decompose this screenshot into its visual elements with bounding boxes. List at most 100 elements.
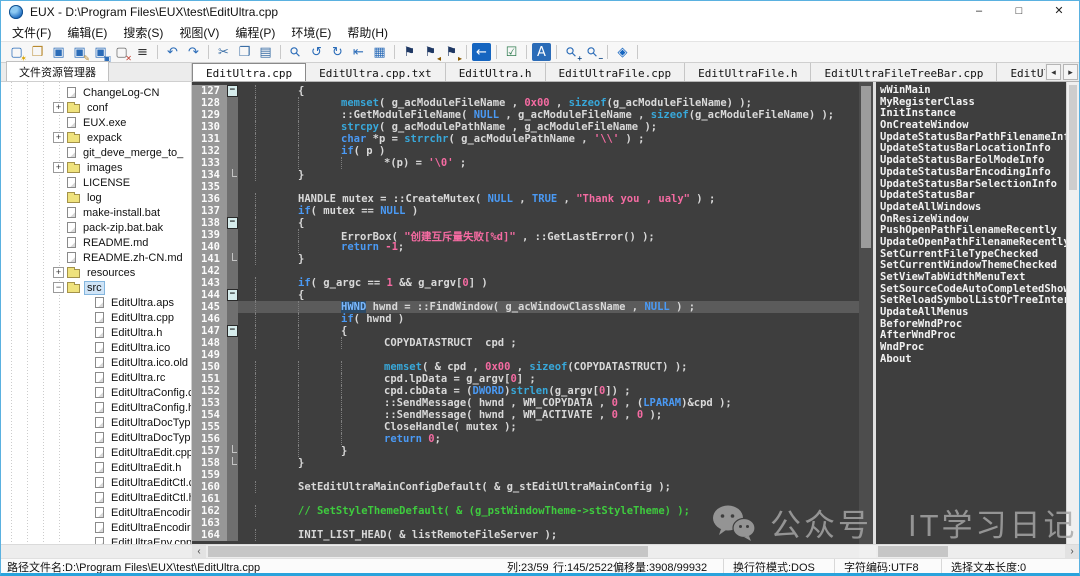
symbol-item[interactable]: UpdateStatusBarPathFilenameInfo bbox=[880, 132, 1067, 144]
tab-file-explorer[interactable]: 文件资源管理器 bbox=[6, 61, 109, 81]
tree-item[interactable]: log bbox=[1, 190, 191, 205]
code-line[interactable]: 144−{ bbox=[192, 289, 859, 301]
code-line[interactable]: 140return -1; bbox=[192, 241, 859, 253]
tree-item[interactable]: EditUltraEncodir bbox=[1, 505, 191, 520]
tree-item[interactable]: +resources bbox=[1, 265, 191, 280]
tree-item[interactable]: EditUltra.ico bbox=[1, 340, 191, 355]
tree-item[interactable]: EditUltra.cpp bbox=[1, 310, 191, 325]
tree-item[interactable]: EditUltraEdit.cpp bbox=[1, 445, 191, 460]
code-line[interactable]: 159 bbox=[192, 469, 859, 481]
symbol-item[interactable]: About bbox=[880, 354, 1067, 366]
tree-item[interactable]: ChangeLog-CN bbox=[1, 85, 191, 100]
tab-editultra-cpp-txt[interactable]: EditUltra.cpp.txt bbox=[306, 63, 446, 81]
find-prev-icon[interactable]: ↺ bbox=[307, 43, 326, 61]
back-icon[interactable]: ← bbox=[472, 43, 491, 61]
save-as-icon[interactable]: ▣✎ bbox=[70, 43, 89, 61]
tree-expander-icon[interactable]: + bbox=[53, 132, 64, 143]
code-line[interactable]: 156return 0; bbox=[192, 433, 859, 445]
close-file-icon[interactable]: ▢✕ bbox=[112, 43, 131, 61]
tree-item[interactable]: EditUltraConfig.h bbox=[1, 400, 191, 415]
tree-item[interactable]: EditUltraDocTyp bbox=[1, 415, 191, 430]
tree-item[interactable]: EUX.exe bbox=[1, 115, 191, 130]
code-line[interactable]: 154::SendMessage( hwnd , WM_ACTIVATE , 0… bbox=[192, 409, 859, 421]
menu-item-environment[interactable]: 环境(E) bbox=[283, 24, 339, 41]
code-line[interactable]: 138−{ bbox=[192, 217, 859, 229]
code-line[interactable]: 160SetEditUltraMainConfigDefault( & g_st… bbox=[192, 481, 859, 493]
file-list-icon[interactable]: ≡ bbox=[133, 43, 152, 61]
fold-collapse-icon[interactable]: − bbox=[227, 325, 238, 337]
symbol-item[interactable]: SetReloadSymbolListOrTreeInterva bbox=[880, 295, 1067, 307]
symbol-item[interactable]: UpdateStatusBarEncodingInfo bbox=[880, 167, 1067, 179]
maximize-button[interactable]: □ bbox=[999, 1, 1039, 23]
about-icon[interactable]: ◈ bbox=[613, 43, 632, 61]
symbol-item[interactable]: InitInstance bbox=[880, 108, 1067, 120]
code-line[interactable]: 147−{ bbox=[192, 325, 859, 337]
minimize-button[interactable]: – bbox=[959, 1, 999, 23]
tree-item[interactable]: EditUltra.ico.old bbox=[1, 355, 191, 370]
code-line[interactable]: 129::GetModuleFileName( NULL , g_acModul… bbox=[192, 109, 859, 121]
menu-item-program[interactable]: 编程(P) bbox=[227, 24, 283, 41]
symbol-item[interactable]: wWinMain bbox=[880, 85, 1067, 97]
code-line[interactable]: 146if( hwnd ) bbox=[192, 313, 859, 325]
editor-vscroll-thumb[interactable] bbox=[861, 86, 871, 248]
tree-item[interactable]: make-install.bat bbox=[1, 205, 191, 220]
cut-icon[interactable]: ✂ bbox=[214, 43, 233, 61]
symbol-item[interactable]: WndProc bbox=[880, 342, 1067, 354]
symbol-item[interactable]: AfterWndProc bbox=[880, 330, 1067, 342]
hscroll-right-arrow-icon[interactable]: › bbox=[1065, 545, 1079, 558]
symbol-item[interactable]: UpdateAllWindows bbox=[880, 202, 1067, 214]
code-line[interactable]: 145HWND hwnd = ::FindWindow( g_acWindowC… bbox=[192, 301, 859, 313]
tree-item[interactable]: EditUltraEncodir bbox=[1, 520, 191, 535]
code-line[interactable]: 137if( mutex == NULL ) bbox=[192, 205, 859, 217]
tab-editultrafiletreebar-cpp[interactable]: EditUltraFileTreeBar.cpp bbox=[811, 63, 997, 81]
tree-expander-icon[interactable]: − bbox=[53, 282, 64, 293]
tree-item[interactable]: EditUltraEditCtl.c bbox=[1, 475, 191, 490]
code-line[interactable]: 157} bbox=[192, 445, 859, 457]
tree-item[interactable]: EditUltraConfig.c bbox=[1, 385, 191, 400]
symbol-item[interactable]: UpdateStatusBarSelectionInfo bbox=[880, 179, 1067, 191]
symbol-item[interactable]: PushOpenPathFilenameRecently bbox=[880, 225, 1067, 237]
tree-item[interactable]: pack-zip.bat.bak bbox=[1, 220, 191, 235]
editor-horizontal-scrollbar[interactable]: ‹ bbox=[192, 545, 859, 558]
tree-expander-icon[interactable]: + bbox=[53, 102, 64, 113]
code-line[interactable]: 134} bbox=[192, 169, 859, 181]
find-next-icon[interactable]: ↻ bbox=[328, 43, 347, 61]
symbol-item[interactable]: UpdateStatusBarEolModeInfo bbox=[880, 155, 1067, 167]
symbol-item[interactable]: UpdateStatusBarLocationInfo bbox=[880, 143, 1067, 155]
symbol-item[interactable]: OnCreateWindow bbox=[880, 120, 1067, 132]
code-line[interactable]: 136HANDLE mutex = ::CreateMutex( NULL , … bbox=[192, 193, 859, 205]
code-line[interactable]: 130strcpy( g_acModulePathName , g_acModu… bbox=[192, 121, 859, 133]
tab-editultra-h[interactable]: EditUltra.h bbox=[446, 63, 546, 81]
tree-item[interactable]: +expack bbox=[1, 130, 191, 145]
prev-bookmark-icon[interactable]: ⚑◂ bbox=[421, 43, 440, 61]
code-line[interactable]: 139ErrorBox( "创建互斥量失败[%d]" , ::GetLastEr… bbox=[192, 229, 859, 241]
menu-item-file[interactable]: 文件(F) bbox=[4, 24, 59, 41]
code-line[interactable]: 127−{ bbox=[192, 85, 859, 97]
symbol-item[interactable]: SetCurrentFileTypeChecked bbox=[880, 249, 1067, 261]
symbol-item[interactable]: UpdateAllMenus bbox=[880, 307, 1067, 319]
code-line[interactable]: 148COPYDATASTRUCT cpd ; bbox=[192, 337, 859, 349]
hscroll-left-arrow-icon[interactable]: ‹ bbox=[192, 545, 206, 558]
save-icon[interactable]: ▣ bbox=[49, 43, 68, 61]
code-line[interactable]: 150memset( & cpd , 0x00 , sizeof(COPYDAT… bbox=[192, 361, 859, 373]
tree-expander-icon[interactable]: + bbox=[53, 162, 64, 173]
new-file-icon[interactable]: ▢✶ bbox=[7, 43, 26, 61]
symbols-vscroll-thumb[interactable] bbox=[1069, 85, 1077, 190]
symbols-horizontal-scrollbar[interactable]: › bbox=[876, 545, 1079, 558]
fold-collapse-icon[interactable]: − bbox=[227, 85, 238, 97]
symbol-item[interactable]: MyRegisterClass bbox=[880, 97, 1067, 109]
code-line[interactable]: 143if( g_argc == 1 && g_argv[0] ) bbox=[192, 277, 859, 289]
code-line[interactable]: 151cpd.lpData = g_argv[0] ; bbox=[192, 373, 859, 385]
copy-icon[interactable]: ❐ bbox=[235, 43, 254, 61]
code-line[interactable]: 149 bbox=[192, 349, 859, 361]
fold-collapse-icon[interactable]: − bbox=[227, 289, 238, 301]
symbol-item[interactable]: SetCurrentWindowThemeChecked bbox=[880, 260, 1067, 272]
symbols-hscroll-thumb[interactable] bbox=[878, 546, 948, 557]
zoom-in-icon[interactable]: ⚲+ bbox=[562, 43, 581, 61]
tree-horizontal-scrollbar[interactable] bbox=[1, 545, 192, 558]
fold-collapse-icon[interactable]: − bbox=[227, 217, 238, 229]
symbol-item[interactable]: UpdateOpenPathFilenameRecently bbox=[880, 237, 1067, 249]
tree-item[interactable]: EditUltraEnv.cpp bbox=[1, 535, 191, 544]
tree-item[interactable]: EditUltra.rc bbox=[1, 370, 191, 385]
tab-scroll-right-icon[interactable]: ▸ bbox=[1063, 64, 1078, 80]
